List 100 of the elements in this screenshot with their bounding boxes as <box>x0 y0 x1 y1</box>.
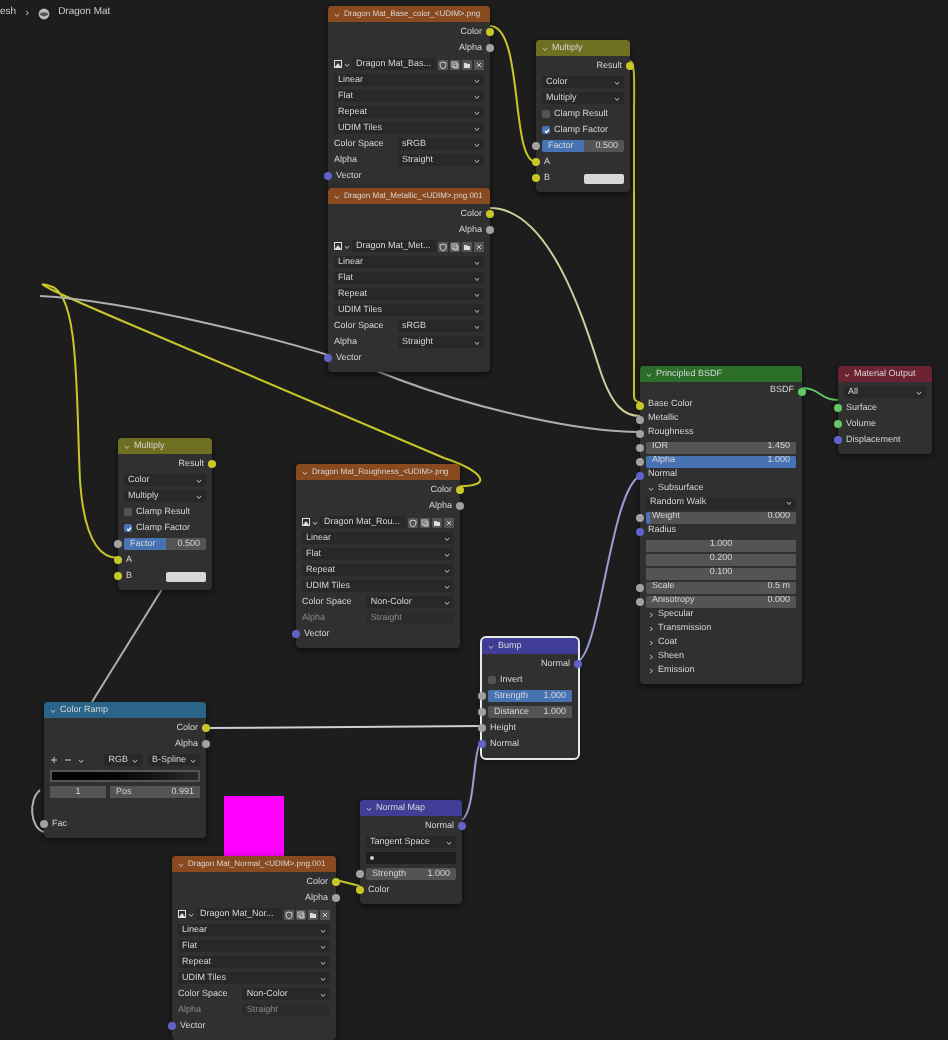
caret-icon <box>446 839 452 845</box>
gradient-bar[interactable] <box>50 770 200 782</box>
shield-icon[interactable] <box>408 517 418 527</box>
caret-icon <box>188 911 194 917</box>
copy-icon[interactable] <box>450 241 460 251</box>
plus-icon[interactable] <box>50 756 58 764</box>
socket[interactable] <box>208 460 216 468</box>
uv-map-field[interactable] <box>366 852 456 864</box>
socket[interactable] <box>478 692 486 700</box>
chevron-down-icon <box>334 11 340 17</box>
node[interactable] <box>640 366 802 684</box>
socket[interactable] <box>202 740 210 748</box>
shield-icon[interactable] <box>438 241 448 251</box>
socket[interactable] <box>356 870 364 878</box>
socket[interactable] <box>798 387 806 395</box>
caret-icon <box>474 109 480 115</box>
socket[interactable] <box>478 740 486 748</box>
folder-icon[interactable] <box>462 241 472 251</box>
socket[interactable] <box>456 502 464 510</box>
copy-icon[interactable] <box>450 59 460 69</box>
caret-icon <box>474 307 480 313</box>
folder-icon[interactable] <box>308 909 318 919</box>
minus-icon[interactable] <box>64 756 72 764</box>
chevron-down-icon <box>648 486 654 492</box>
socket[interactable] <box>636 513 644 521</box>
caret-icon <box>474 259 480 265</box>
chevron-down-icon <box>366 805 372 811</box>
chevron-down-icon <box>844 371 850 377</box>
socket[interactable] <box>636 597 644 605</box>
socket[interactable] <box>636 471 644 479</box>
socket[interactable] <box>636 415 644 423</box>
caret-icon <box>474 291 480 297</box>
socket[interactable] <box>834 404 842 412</box>
image-icon[interactable] <box>302 518 310 526</box>
socket[interactable] <box>834 420 842 428</box>
close-icon[interactable] <box>444 517 454 527</box>
socket[interactable] <box>456 486 464 494</box>
socket[interactable] <box>486 44 494 52</box>
checkbox[interactable] <box>542 110 550 118</box>
node-link <box>335 879 361 887</box>
socket[interactable] <box>486 28 494 36</box>
checkbox[interactable] <box>488 676 496 684</box>
color-swatch[interactable] <box>166 571 206 581</box>
caret-icon <box>131 757 138 763</box>
socket[interactable] <box>636 457 644 465</box>
folder-icon[interactable] <box>432 517 442 527</box>
chevron-down-icon <box>50 707 56 713</box>
close-icon[interactable] <box>320 909 330 919</box>
caret-icon <box>320 943 326 949</box>
socket[interactable] <box>486 226 494 234</box>
copy-icon[interactable] <box>296 909 306 919</box>
socket[interactable] <box>114 556 122 564</box>
socket[interactable] <box>626 62 634 70</box>
socket[interactable] <box>574 660 582 668</box>
socket[interactable] <box>636 583 644 591</box>
copy-icon[interactable] <box>420 517 430 527</box>
caret-icon <box>474 339 480 345</box>
socket[interactable] <box>478 708 486 716</box>
shield-icon[interactable] <box>284 909 294 919</box>
caret-icon <box>474 141 480 147</box>
socket[interactable] <box>332 894 340 902</box>
caret-icon <box>474 93 480 99</box>
node-link <box>91 585 165 703</box>
caret-icon <box>444 583 450 589</box>
close-icon[interactable] <box>474 59 484 69</box>
close-icon[interactable] <box>474 241 484 251</box>
caret-icon <box>474 77 480 83</box>
caret-icon <box>320 991 326 997</box>
checkbox[interactable] <box>124 508 132 516</box>
image-icon[interactable] <box>334 242 342 250</box>
socket[interactable] <box>532 158 540 166</box>
socket[interactable] <box>114 572 122 580</box>
caret-icon <box>474 275 480 281</box>
image-icon[interactable] <box>334 60 342 68</box>
socket[interactable] <box>114 540 122 548</box>
checkbox[interactable] <box>542 126 550 134</box>
checkbox[interactable] <box>124 524 132 532</box>
socket[interactable] <box>356 886 364 894</box>
socket[interactable] <box>532 174 540 182</box>
socket[interactable] <box>636 429 644 437</box>
caret-icon <box>312 519 318 525</box>
socket[interactable] <box>486 210 494 218</box>
socket[interactable] <box>636 443 644 451</box>
material-sphere-icon <box>38 7 51 20</box>
image-icon[interactable] <box>178 910 186 918</box>
socket[interactable] <box>202 724 210 732</box>
shield-icon[interactable] <box>438 59 448 69</box>
chevron-down-icon <box>334 193 340 199</box>
caret-icon <box>444 599 450 605</box>
caret-icon <box>474 323 480 329</box>
socket[interactable] <box>40 820 48 828</box>
color-swatch[interactable] <box>584 173 624 183</box>
socket[interactable] <box>478 724 486 732</box>
node-link <box>31 789 45 833</box>
socket[interactable] <box>332 878 340 886</box>
chevron-down-icon <box>124 443 130 449</box>
socket[interactable] <box>532 142 540 150</box>
caret-icon <box>320 927 326 933</box>
socket[interactable] <box>636 401 644 409</box>
folder-icon[interactable] <box>462 59 472 69</box>
